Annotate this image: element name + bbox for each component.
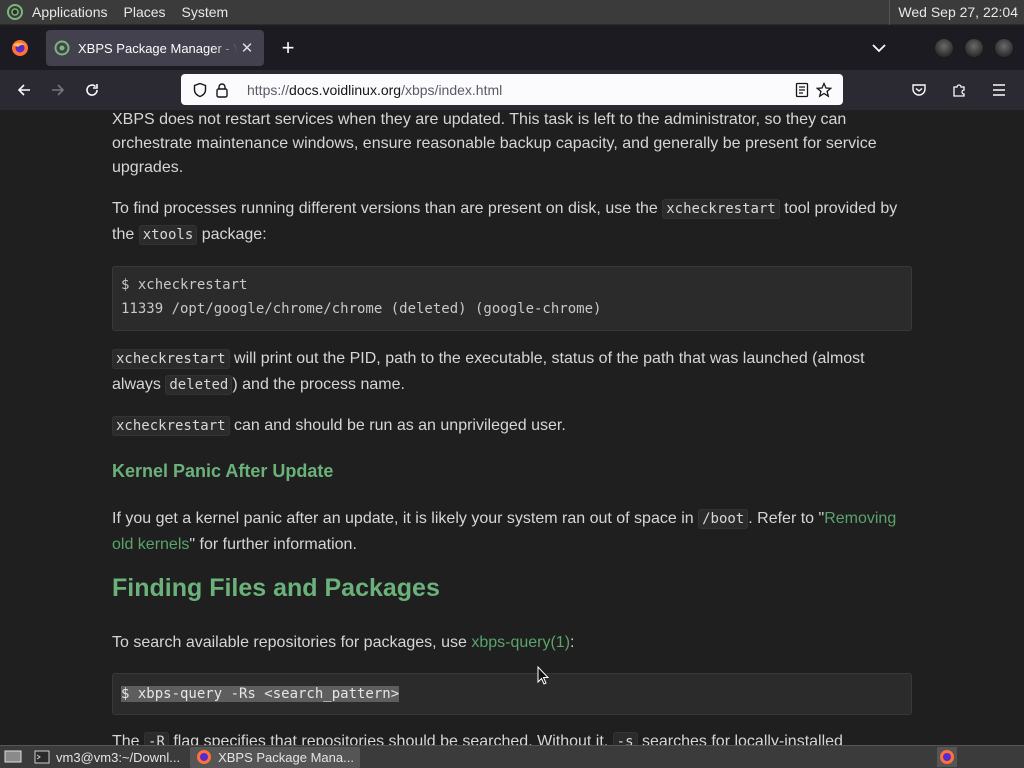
lock-icon[interactable] <box>211 79 233 101</box>
text: package: <box>197 226 267 243</box>
code-block-xbps-query[interactable]: $ xbps-query -Rs <search_pattern> <box>112 673 912 715</box>
close-tab-icon[interactable]: ✕ <box>238 39 256 57</box>
text: can and should be run as an unprivileged… <box>229 417 566 434</box>
top-panel: Applications Places System Wed Sep 27, 2… <box>0 0 1024 25</box>
paragraph-search: To search available repositories for pac… <box>112 631 912 655</box>
text: ) and the process name. <box>232 376 405 393</box>
paragraph-xcheckrestart-output: xcheckrestart will print out the PID, pa… <box>112 346 912 398</box>
code-block-xcheckrestart[interactable]: $ xcheckrestart 11339 /opt/google/chrome… <box>112 266 912 331</box>
code-line-selected: $ xbps-query -Rs <search_pattern> <box>121 686 400 702</box>
inline-code-xcheckrestart: xcheckrestart <box>112 349 230 369</box>
text: " for further information. <box>189 536 357 553</box>
tab-title: XBPS Package Manager - Void Linux Handbo… <box>78 40 238 56</box>
text: To find processes running different vers… <box>112 200 663 217</box>
paragraph-unprivileged: xcheckrestart can and should be run as a… <box>112 414 912 438</box>
toolbar-right <box>902 74 1016 106</box>
heading-finding-files: Finding Files and Packages <box>112 574 440 602</box>
text: flag specifies that repositories should … <box>168 733 613 745</box>
inline-code-xtools: xtools <box>138 225 198 245</box>
url-bar[interactable]: https://docs.voidlinux.org/xbps/index.ht… <box>181 74 843 105</box>
firefox-icon <box>196 749 212 765</box>
inline-code-deleted: deleted <box>165 375 233 395</box>
system-menu[interactable]: System <box>174 0 237 25</box>
pocket-icon[interactable] <box>902 74 936 106</box>
paragraph-services: XBPS does not restart services when they… <box>112 111 877 176</box>
url-host: docs.voidlinux.org <box>289 81 402 98</box>
tab-xbps[interactable]: XBPS Package Manager - Void Linux Handbo… <box>46 30 264 66</box>
forward-button[interactable] <box>41 74 75 106</box>
tab-bar: XBPS Package Manager - Void Linux Handbo… <box>0 26 1024 70</box>
taskbar-item-label: XBPS Package Mana... <box>218 749 354 765</box>
text: . Refer to " <box>748 510 825 527</box>
new-tab-button[interactable]: + <box>270 30 306 66</box>
extensions-puzzle-icon[interactable] <box>942 74 976 106</box>
text: : <box>570 634 575 651</box>
bottom-taskbar: vm3@vm3:~/Downl... XBPS Package Mana... <box>0 745 1024 768</box>
list-all-tabs-chevron-down-icon[interactable] <box>866 30 892 66</box>
url-path: /xbps/index.html <box>401 81 503 98</box>
link-xbps-query[interactable]: xbps-query(1) <box>471 634 570 651</box>
reader-view-icon[interactable] <box>791 79 813 101</box>
places-menu[interactable]: Places <box>116 0 174 25</box>
heading-kernel-panic: Kernel Panic After Update <box>112 461 334 481</box>
reload-button[interactable] <box>75 74 109 106</box>
show-desktop-icon[interactable] <box>2 747 24 768</box>
void-favicon-icon <box>54 40 70 56</box>
page-content: XBPS does not restart services when they… <box>0 110 1024 745</box>
hamburger-menu-icon[interactable] <box>982 74 1016 106</box>
url-text[interactable]: https://docs.voidlinux.org/xbps/index.ht… <box>247 82 791 98</box>
window-controls <box>934 38 1014 58</box>
bookmark-star-icon[interactable] <box>813 79 835 101</box>
inline-code-boot: /boot <box>698 509 749 529</box>
code-line: $ xcheckrestart <box>121 277 248 293</box>
firefox-view-icon[interactable] <box>0 26 40 70</box>
text: If you get a kernel panic after an updat… <box>112 510 699 527</box>
taskbar-item-terminal[interactable]: vm3@vm3:~/Downl... <box>28 747 186 768</box>
url-scheme: https:// <box>247 81 290 98</box>
mouse-cursor-icon <box>537 666 549 685</box>
paragraph-xcheckrestart-intro: To find processes running different vers… <box>112 196 912 248</box>
text: To search available repositories for pac… <box>112 634 472 651</box>
taskbar-item-label: vm3@vm3:~/Downl... <box>56 749 181 765</box>
tray-firefox-icon[interactable] <box>937 747 957 767</box>
code-line: 11339 /opt/google/chrome/chrome (deleted… <box>121 301 602 317</box>
navigation-toolbar: https://docs.voidlinux.org/xbps/index.ht… <box>0 70 1024 110</box>
text: searches for locally-installed <box>637 733 843 745</box>
clock[interactable]: Wed Sep 27, 22:04 <box>889 0 1024 25</box>
close-window-button[interactable] <box>994 38 1014 58</box>
back-button[interactable] <box>7 74 41 106</box>
applications-menu[interactable]: Applications <box>24 0 116 25</box>
void-logo-icon[interactable] <box>6 3 24 21</box>
inline-code-s: -s <box>612 732 638 745</box>
tracking-protection-shield-icon[interactable] <box>189 79 211 101</box>
inline-code-xcheckrestart: xcheckrestart <box>662 199 780 219</box>
text: The <box>112 733 145 745</box>
taskbar-item-firefox[interactable]: XBPS Package Mana... <box>190 746 360 768</box>
paragraph-repository-flag: The -R flag specifies that repositories … <box>112 730 912 745</box>
inline-code-xcheckrestart: xcheckrestart <box>112 416 230 436</box>
minimize-button[interactable] <box>934 38 954 58</box>
terminal-icon <box>34 749 50 765</box>
inline-code-R: -R <box>144 732 169 745</box>
paragraph-kernel-panic: If you get a kernel panic after an updat… <box>112 506 912 558</box>
maximize-button[interactable] <box>964 38 984 58</box>
